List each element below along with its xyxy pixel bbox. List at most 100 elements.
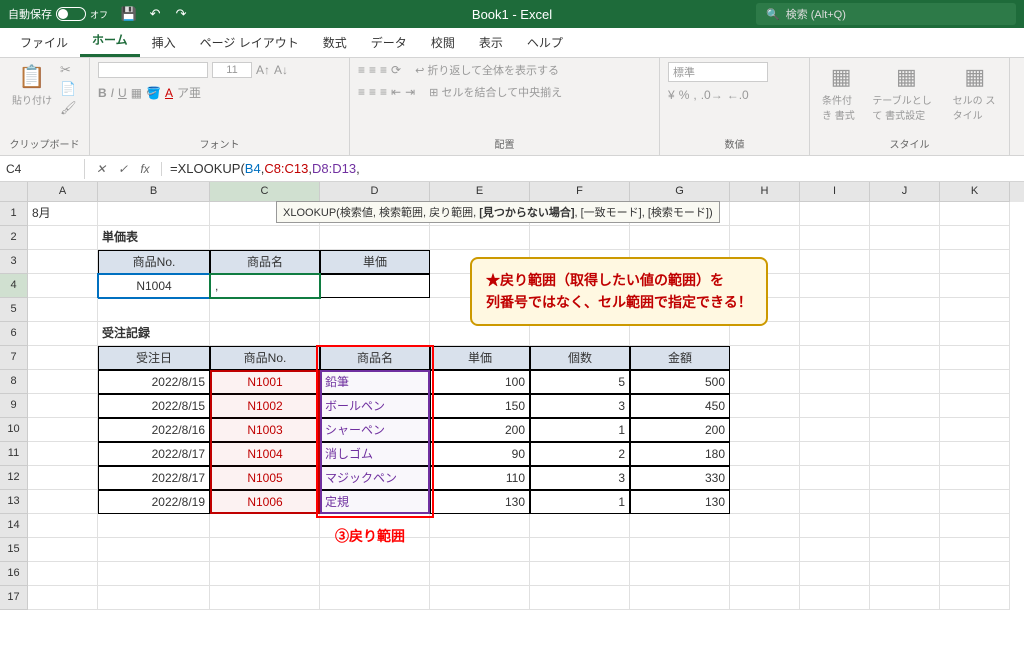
col-header-J[interactable]: J	[870, 182, 940, 202]
row-header[interactable]: 16	[0, 562, 28, 586]
col-header-E[interactable]: E	[430, 182, 530, 202]
cell[interactable]	[98, 202, 210, 226]
name-box[interactable]: C4	[0, 159, 85, 179]
fill-color-icon[interactable]: 🪣	[146, 86, 161, 100]
cell[interactable]: 200	[630, 418, 730, 442]
cell[interactable]	[630, 586, 730, 610]
cell[interactable]	[730, 394, 800, 418]
tab-pagelayout[interactable]: ページ レイアウト	[188, 28, 311, 57]
autosave-toggle[interactable]: 自動保存 オフ	[8, 6, 108, 22]
row-header[interactable]: 11	[0, 442, 28, 466]
copy-icon[interactable]: 📄	[60, 81, 77, 97]
cancel-icon[interactable]: ✕	[91, 162, 111, 176]
cell[interactable]	[800, 394, 870, 418]
cell[interactable]	[530, 562, 630, 586]
cell[interactable]	[28, 250, 98, 274]
bold-button[interactable]: B	[98, 86, 107, 100]
cell[interactable]	[320, 586, 430, 610]
paste-button[interactable]: 📋貼り付け	[8, 62, 56, 109]
cell[interactable]: 200	[430, 418, 530, 442]
cell[interactable]: 商品No.	[210, 346, 320, 370]
cell[interactable]	[940, 322, 1010, 346]
cell[interactable]	[28, 394, 98, 418]
row-header[interactable]: 3	[0, 250, 28, 274]
cell[interactable]	[730, 202, 800, 226]
cell[interactable]	[530, 586, 630, 610]
cell[interactable]: 単価表	[98, 226, 210, 250]
cell[interactable]	[940, 202, 1010, 226]
cell[interactable]	[940, 466, 1010, 490]
select-all-button[interactable]	[0, 182, 28, 202]
undo-icon[interactable]: ↶	[146, 5, 164, 23]
cell[interactable]: 金額	[630, 346, 730, 370]
cell[interactable]: 130	[630, 490, 730, 514]
row-header[interactable]: 6	[0, 322, 28, 346]
cell[interactable]: 定規	[320, 490, 430, 514]
cell[interactable]: 180	[630, 442, 730, 466]
conditional-format-button[interactable]: ▦条件付き 書式	[818, 62, 864, 124]
underline-button[interactable]: U	[118, 86, 127, 100]
col-header-F[interactable]: F	[530, 182, 630, 202]
cell[interactable]	[800, 298, 870, 322]
tab-formulas[interactable]: 数式	[311, 28, 359, 57]
cell[interactable]	[730, 514, 800, 538]
cell[interactable]	[730, 466, 800, 490]
cell[interactable]	[870, 322, 940, 346]
align-top-icon[interactable]: ≡	[358, 63, 365, 77]
cell[interactable]: マジックペン	[320, 466, 430, 490]
redo-icon[interactable]: ↷	[172, 5, 190, 23]
cell[interactable]: 2022/8/15	[98, 394, 210, 418]
cell[interactable]	[730, 442, 800, 466]
cell[interactable]	[630, 226, 730, 250]
cell[interactable]	[320, 322, 430, 346]
row-header[interactable]: 2	[0, 226, 28, 250]
cell[interactable]	[940, 370, 1010, 394]
indent-dec-icon[interactable]: ⇤	[391, 85, 401, 99]
cell[interactable]: N1005	[210, 466, 320, 490]
cell[interactable]	[940, 226, 1010, 250]
orientation-icon[interactable]: ⟳	[391, 63, 401, 77]
cell[interactable]	[940, 250, 1010, 274]
cell[interactable]: 90	[430, 442, 530, 466]
cell[interactable]	[800, 274, 870, 298]
cell[interactable]	[870, 346, 940, 370]
cell[interactable]: ボールペン	[320, 394, 430, 418]
font-color-icon[interactable]: A	[165, 86, 173, 100]
save-icon[interactable]: 💾	[120, 5, 138, 23]
cell-B4[interactable]: N1004	[98, 274, 210, 298]
cell[interactable]: 1	[530, 490, 630, 514]
cell[interactable]	[210, 586, 320, 610]
merge-button[interactable]: ⊞ セルを結合して中央揃え	[429, 84, 562, 100]
row-header[interactable]: 5	[0, 298, 28, 322]
cell[interactable]	[940, 394, 1010, 418]
cell[interactable]	[210, 226, 320, 250]
cell[interactable]	[320, 274, 430, 298]
cell[interactable]	[28, 586, 98, 610]
cell[interactable]	[870, 490, 940, 514]
cell[interactable]	[210, 538, 320, 562]
cell[interactable]	[940, 274, 1010, 298]
row-header[interactable]: 1	[0, 202, 28, 226]
cell-C4-active[interactable]: ,	[210, 274, 320, 298]
row-header[interactable]: 13	[0, 490, 28, 514]
cell[interactable]: 500	[630, 370, 730, 394]
align-right-icon[interactable]: ≡	[380, 85, 387, 99]
cell[interactable]	[800, 490, 870, 514]
cell[interactable]	[800, 322, 870, 346]
fx-icon[interactable]: fx	[135, 162, 155, 176]
cell[interactable]: 単価	[320, 250, 430, 274]
cell[interactable]	[940, 562, 1010, 586]
cell[interactable]	[28, 418, 98, 442]
cell[interactable]	[28, 490, 98, 514]
cell[interactable]	[800, 346, 870, 370]
cell[interactable]: 2022/8/17	[98, 466, 210, 490]
cell[interactable]	[730, 346, 800, 370]
cell[interactable]: 2022/8/16	[98, 418, 210, 442]
cell[interactable]: 商品名	[210, 250, 320, 274]
cell[interactable]: 1	[530, 418, 630, 442]
cell[interactable]	[730, 370, 800, 394]
row-header[interactable]: 17	[0, 586, 28, 610]
tab-data[interactable]: データ	[359, 28, 419, 57]
row-header[interactable]: 12	[0, 466, 28, 490]
cell[interactable]	[28, 322, 98, 346]
